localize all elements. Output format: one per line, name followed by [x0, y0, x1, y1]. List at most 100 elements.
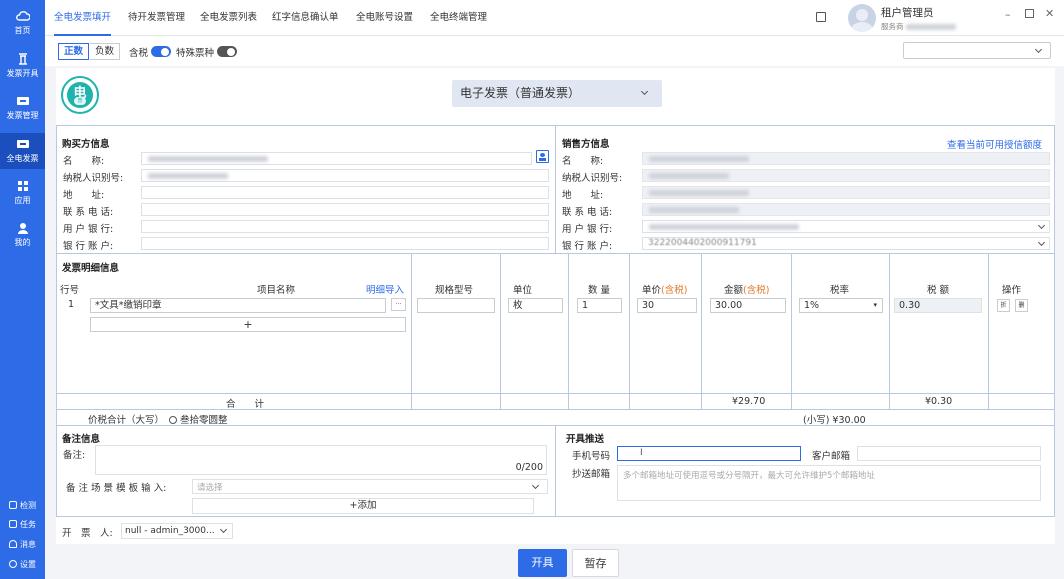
col-qty: 数 量: [588, 285, 611, 296]
issue-button[interactable]: 开具: [518, 549, 567, 577]
sidebar-item-mine[interactable]: 我的: [0, 217, 45, 253]
tax-rate-value: 1%: [804, 300, 820, 311]
sidebar-item-label: 发票开具: [6, 69, 39, 78]
divider: [629, 254, 630, 409]
item-picker-button[interactable]: ···: [391, 298, 406, 311]
tab-account-settings[interactable]: 全电账号设置: [356, 0, 413, 36]
remarks-textarea[interactable]: 0/200: [95, 445, 547, 475]
remarks-counter: 0/200: [515, 462, 543, 473]
amount-input[interactable]: 30.00: [710, 298, 786, 313]
buyer-phone-input[interactable]: [141, 203, 549, 216]
sum-caps-value: 叁拾零圆整: [169, 412, 228, 426]
positive-toggle[interactable]: 正数: [58, 43, 90, 60]
sidebar-item-label: 首页: [14, 26, 31, 35]
remarks-template-select[interactable]: 请选择: [192, 479, 548, 494]
divider: [56, 393, 1055, 394]
sidebar-item-e-invoice[interactable]: 全电发票: [0, 133, 45, 169]
col-amount-suffix: (含税): [743, 285, 770, 296]
seller-title: 销售方信息: [562, 139, 610, 150]
sidebar-bottom-message[interactable]: 消息: [0, 535, 45, 553]
tab-red-letter-confirm[interactable]: 红字信息确认单: [272, 0, 339, 36]
email-input[interactable]: [857, 446, 1041, 461]
tab-pending-invoices[interactable]: 待开发票管理: [128, 0, 185, 36]
buyer-bank-input[interactable]: [141, 220, 549, 233]
seller-bank-select[interactable]: [642, 220, 1050, 233]
special-type-switch[interactable]: [217, 46, 237, 57]
tab-e-invoice-fill[interactable]: 全电发票填开: [54, 0, 112, 36]
redacted-text: [649, 173, 729, 179]
email-label: 客户邮箱: [812, 451, 851, 462]
cc-email-textarea[interactable]: 多个邮箱地址可使用逗号或分号隔开，最大可允许维护5个邮箱地址: [617, 465, 1041, 501]
issuer-value: null - admin_3000...: [125, 526, 215, 536]
tax-included-switch[interactable]: [151, 46, 171, 57]
negative-toggle[interactable]: 负数: [90, 43, 121, 60]
chevron-down-icon: [531, 481, 540, 490]
buyer-label-address: 地 址:: [63, 190, 105, 201]
divider: [568, 254, 569, 409]
item-name-input[interactable]: *文具*缴销印章: [90, 298, 386, 313]
sidebar-item-apps[interactable]: 应用: [0, 175, 45, 211]
delete-row-button[interactable]: 删: [1015, 299, 1028, 312]
top-tab-bar: 全电发票填开 待开发票管理 全电发票列表 红字信息确认单 全电账号设置 全电终端…: [45, 0, 1064, 36]
remarks-label: 备注:: [63, 450, 86, 461]
buyer-label-bank: 用 户 银 行:: [63, 224, 114, 235]
scan-icon[interactable]: [816, 12, 826, 22]
seller-account-select[interactable]: 3222004402000911791: [642, 237, 1050, 250]
qty-input[interactable]: 1: [577, 298, 622, 313]
sidebar-bottom-settings[interactable]: 设置: [0, 555, 45, 573]
invoice-type-select[interactable]: 电子发票（普通发票）: [452, 80, 662, 107]
sidebar-item-invoice-manage[interactable]: 发票管理: [0, 90, 45, 126]
tax-rate-select[interactable]: 1% ▾: [799, 298, 883, 313]
col-row-no: 行号: [60, 285, 80, 296]
restore-icon[interactable]: [1025, 9, 1034, 18]
chevron-down-icon: [1037, 238, 1046, 247]
buyer-address-input[interactable]: [141, 186, 549, 199]
buyer-label-account: 银 行 账 户:: [63, 241, 114, 252]
chevron-down-icon: [1037, 221, 1046, 230]
unit-input[interactable]: 枚: [508, 298, 563, 313]
discount-button[interactable]: 折: [997, 299, 1010, 312]
minimize-icon[interactable]: –: [1005, 8, 1011, 21]
issuer-select[interactable]: null - admin_3000...: [121, 523, 233, 539]
template-placeholder: 请选择: [197, 483, 223, 493]
buyer-taxid-input[interactable]: [141, 169, 549, 182]
col-amount: 金额(含税): [724, 282, 769, 296]
seller-label-phone: 联 系 电 话:: [562, 207, 613, 218]
price-input[interactable]: 30: [637, 298, 697, 313]
divider: [411, 254, 412, 409]
buyer-account-input[interactable]: [141, 237, 549, 250]
top-right-select[interactable]: [903, 42, 1051, 59]
logo-sub: 普: [74, 97, 86, 105]
import-details-link[interactable]: 明细导入: [366, 282, 404, 296]
divider: [701, 254, 702, 409]
tab-terminal-manage[interactable]: 全电终端管理: [430, 0, 487, 36]
add-row-button[interactable]: +: [90, 317, 406, 332]
buyer-label-taxid: 纳税人识别号:: [63, 173, 124, 184]
push-title: 开具推送: [566, 434, 605, 445]
caret-down-icon: ▾: [873, 301, 877, 309]
avatar[interactable]: [848, 4, 876, 32]
sidebar-bottom-check[interactable]: 检测: [0, 496, 45, 514]
credit-quota-link[interactable]: 查看当前可用授信额度: [947, 137, 1042, 151]
sidebar-bottom-task[interactable]: 任务: [0, 515, 45, 533]
col-tax: 税 额: [927, 285, 950, 296]
save-draft-button[interactable]: 暂存: [572, 549, 619, 577]
tab-e-invoice-list[interactable]: 全电发票列表: [200, 0, 257, 36]
phone-input[interactable]: I: [617, 446, 801, 461]
contact-card-icon[interactable]: [536, 150, 549, 163]
chevron-down-icon: [219, 525, 228, 534]
col-item-name: 项目名称: [257, 285, 296, 296]
cc-label: 抄送邮箱: [572, 469, 611, 480]
sidebar-item-invoice-issue[interactable]: 发票开具: [0, 48, 45, 84]
app: 首页 发票开具 发票管理 全电发票 应用 我的 检测 任务 消息 设置 全电发票…: [0, 0, 1064, 579]
sidebar-item-home[interactable]: 首页: [0, 5, 45, 41]
col-spec: 规格型号: [435, 285, 474, 296]
remarks-add-button[interactable]: +添加: [192, 498, 534, 514]
spec-input[interactable]: [417, 298, 495, 313]
details-title: 发票明细信息: [62, 263, 120, 274]
close-icon[interactable]: ✕: [1045, 7, 1054, 20]
total-amount: ¥29.70: [732, 396, 766, 407]
chevron-down-icon: [640, 87, 649, 96]
seller-label-name: 名 称:: [562, 156, 604, 167]
buyer-name-input[interactable]: [141, 152, 532, 165]
